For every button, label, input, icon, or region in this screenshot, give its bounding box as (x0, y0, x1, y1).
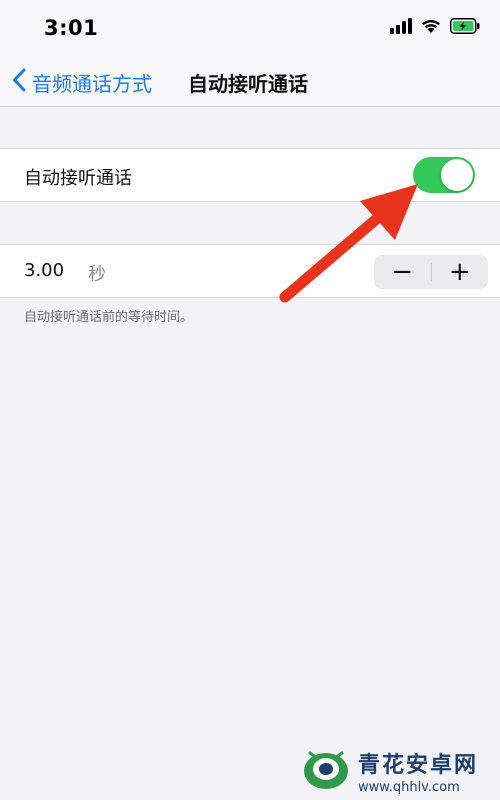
watermark-title: 青花安卓网 (358, 753, 479, 778)
annotation-arrow-icon (279, 184, 418, 303)
watermark-url: www.qhhlv.com (358, 780, 460, 795)
watermark-text: 青花安卓网 www.qhhlv.com (358, 747, 478, 795)
watermark: 青花安卓网 www.qhhlv.com (300, 742, 500, 800)
watermark-logo-icon (300, 743, 352, 799)
